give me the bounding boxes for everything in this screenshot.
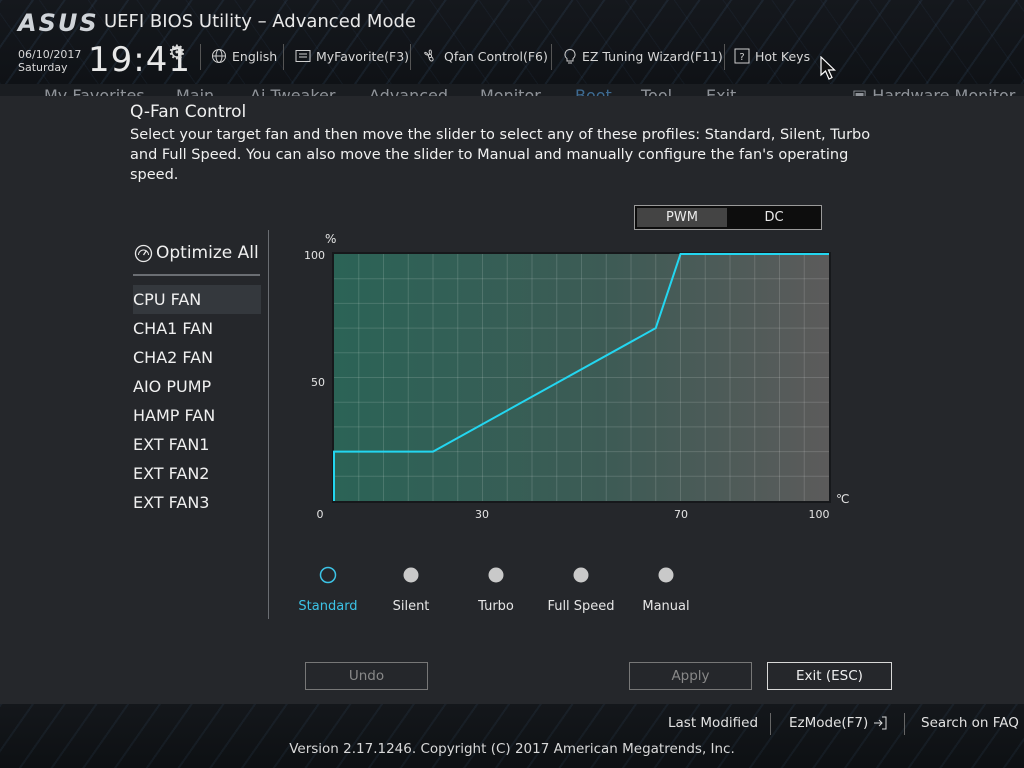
profile-knob-full-speed[interactable] <box>573 567 589 583</box>
footer-bar: Last Modified EzMode(F7) Search on FAQ V… <box>0 704 1024 768</box>
favorite-icon <box>295 50 311 62</box>
x-tick-label: 100 <box>808 508 830 521</box>
tab-advanced[interactable]: Advanced <box>369 86 448 96</box>
hotkeys-button[interactable]: ? Hot Keys <box>734 47 810 65</box>
apply-button[interactable]: Apply <box>629 662 752 690</box>
mouse-pointer-icon <box>820 56 836 80</box>
optimize-all-label: Optimize All <box>156 243 259 263</box>
gauge-icon <box>134 244 153 262</box>
profile-knob-standard[interactable] <box>319 566 337 584</box>
hotkeys-label: Hot Keys <box>755 48 811 64</box>
toolbar-divider <box>410 44 411 70</box>
tab-my-favorites[interactable]: My Favorites <box>44 86 145 96</box>
profile-label-manual[interactable]: Manual <box>642 599 689 614</box>
date-display: 06/10/2017 Saturday <box>18 48 81 74</box>
profile-label-standard[interactable]: Standard <box>298 599 357 614</box>
qfan-label: Qfan Control(F6) <box>444 48 548 64</box>
optimize-all-button[interactable]: Optimize All <box>134 243 259 263</box>
footer-divider <box>904 713 905 735</box>
help-icon: ? <box>734 48 750 64</box>
fan-item-ext-fan1[interactable]: EXT FAN1 <box>133 430 261 459</box>
y-tick-label: 100 <box>304 249 325 262</box>
fan-item-hamp-fan[interactable]: HAMP FAN <box>133 401 261 430</box>
header-bar: ASUS UEFI BIOS Utility – Advanced Mode 0… <box>0 0 1024 84</box>
toolbar-divider <box>200 44 201 70</box>
lightbulb-icon <box>564 48 576 63</box>
profile-label-silent[interactable]: Silent <box>393 599 430 614</box>
fan-item-ext-fan3[interactable]: EXT FAN3 <box>133 488 261 517</box>
tab-tool[interactable]: Tool <box>641 86 672 96</box>
x-tick-label: 30 <box>475 508 489 521</box>
hardware-monitor-label: Hardware Monitor <box>872 86 1016 96</box>
plot-grid <box>334 254 829 501</box>
asus-logo: ASUS <box>18 9 99 37</box>
ez-tuning-button[interactable]: EZ Tuning Wizard(F11) <box>563 47 723 65</box>
profile-label-turbo[interactable]: Turbo <box>478 599 514 614</box>
y-axis-unit: % <box>325 232 337 246</box>
tab-main[interactable]: Main <box>176 86 214 96</box>
pwm-option[interactable]: PWM <box>637 208 727 227</box>
app-title: UEFI BIOS Utility – Advanced Mode <box>104 11 416 32</box>
qfan-control-button[interactable]: Qfan Control(F6) <box>421 47 548 65</box>
toolbar-divider <box>283 44 284 70</box>
main-menu: My Favorites Main Ai Tweaker Advanced Mo… <box>0 84 1024 96</box>
profile-label-full-speed[interactable]: Full Speed <box>547 599 614 614</box>
tab-boot[interactable]: Boot <box>575 86 612 96</box>
date-text: 06/10/2017 <box>18 48 82 61</box>
optimize-divider <box>133 274 260 276</box>
profile-knob-silent[interactable] <box>403 567 419 583</box>
search-faq-button[interactable]: Search on FAQ <box>921 715 1019 731</box>
toolbar-divider <box>724 44 725 70</box>
toolbar-divider <box>551 44 552 70</box>
footer-divider <box>770 713 771 735</box>
hardware-monitor-tab[interactable]: ▣ Hardware Monitor <box>852 86 1015 96</box>
last-modified-button[interactable]: Last Modified <box>668 715 758 731</box>
gear-icon[interactable]: ⚙ <box>168 40 186 64</box>
copyright-text: Version 2.17.1246. Copyright (C) 2017 Am… <box>289 741 735 757</box>
monitor-icon: ▣ <box>852 86 873 96</box>
exit-esc-button[interactable]: Exit (ESC) <box>767 662 892 690</box>
y-tick-label: 50 <box>311 376 325 389</box>
language-label: English <box>232 48 278 64</box>
tab-exit[interactable]: Exit <box>706 86 736 96</box>
myfavorite-label: MyFavorite(F3) <box>316 48 410 64</box>
x-tick-label: 0 <box>316 508 324 521</box>
fan-item-aio-pump[interactable]: AIO PUMP <box>133 372 261 401</box>
dialog-title: Q-Fan Control <box>130 102 247 122</box>
ez-tuning-label: EZ Tuning Wizard(F11) <box>582 48 723 64</box>
fan-curve-graph[interactable] <box>332 252 831 503</box>
fan-item-ext-fan2[interactable]: EXT FAN2 <box>133 459 261 488</box>
svg-text:?: ? <box>739 52 744 63</box>
weekday-text: Saturday <box>18 61 68 74</box>
fan-item-cha2-fan[interactable]: CHA2 FAN <box>133 343 261 372</box>
fan-item-cha1-fan[interactable]: CHA1 FAN <box>133 314 261 343</box>
dc-option[interactable]: DC <box>729 208 819 227</box>
undo-button[interactable]: Undo <box>305 662 428 690</box>
profile-knob-turbo[interactable] <box>488 567 504 583</box>
fan-item-cpu-fan[interactable]: CPU FAN <box>133 285 261 314</box>
x-axis-unit: ℃ <box>836 492 850 506</box>
fan-list-divider <box>268 230 269 619</box>
profile-knob-manual[interactable] <box>658 567 674 583</box>
x-tick-label: 70 <box>674 508 688 521</box>
fan-icon <box>424 49 434 62</box>
fan-list: CPU FAN CHA1 FAN CHA2 FAN AIO PUMP HAMP … <box>133 285 261 517</box>
qfan-dialog: Q-Fan Control Select your target fan and… <box>0 96 1024 704</box>
profile-track <box>319 566 674 584</box>
globe-icon <box>212 49 226 63</box>
exit-arrow-icon <box>874 716 887 730</box>
myfavorite-button[interactable]: MyFavorite(F3) <box>295 47 409 65</box>
ezmode-button[interactable]: EzMode(F7) <box>789 715 888 731</box>
pwm-dc-toggle[interactable]: PWM DC <box>634 205 822 230</box>
tab-ai-tweaker[interactable]: Ai Tweaker <box>250 86 335 96</box>
dialog-description: Select your target fan and then move the… <box>130 127 871 183</box>
language-button[interactable]: English <box>211 47 277 65</box>
tab-monitor[interactable]: Monitor <box>480 86 541 96</box>
ezmode-label: EzMode(F7) <box>789 715 869 731</box>
